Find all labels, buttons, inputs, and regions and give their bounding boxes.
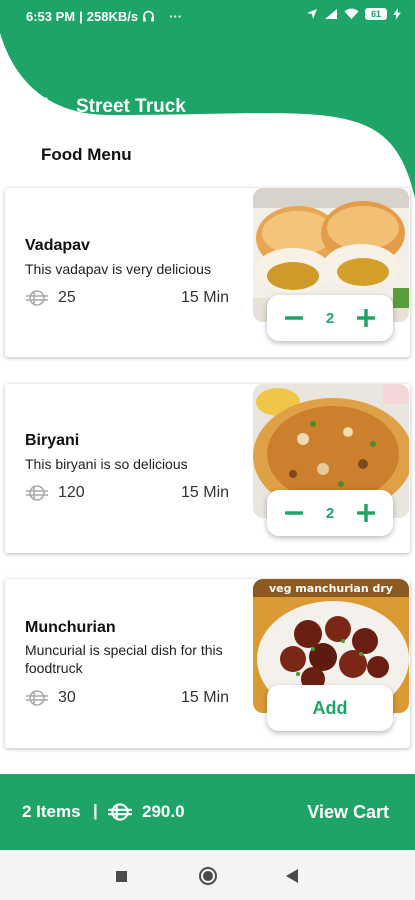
cart-bar[interactable]: 2 Items | 290.0 View Cart <box>0 774 415 850</box>
status-time: 6:53 PM <box>26 9 76 24</box>
currency-icon <box>108 803 132 821</box>
add-button[interactable]: Add <box>267 685 393 731</box>
charging-icon <box>393 8 401 20</box>
minus-icon <box>285 511 303 515</box>
page-title: Street Truck <box>76 96 186 117</box>
battery-icon: 61 <box>365 8 387 20</box>
headset-icon <box>143 10 154 22</box>
item-description: This vadapav is very delicious <box>25 261 211 277</box>
back-nav-button[interactable] <box>286 869 298 883</box>
arrow-left-icon <box>36 97 58 117</box>
status-speed: 258KB/s <box>86 9 139 24</box>
section-title: Food Menu <box>41 145 132 164</box>
status-more: ··· <box>169 9 183 24</box>
quantity-stepper[interactable]: 2 <box>267 295 393 341</box>
increase-button[interactable] <box>355 307 377 329</box>
item-price: 25 <box>58 289 76 306</box>
minus-icon <box>285 316 303 320</box>
currency-icon <box>26 290 48 306</box>
item-time: 15 Min <box>181 289 230 306</box>
app-header: Street Truck <box>0 33 415 203</box>
quantity-value: 2 <box>325 309 335 327</box>
item-time: 15 Min <box>181 689 230 706</box>
signal-icon <box>325 9 337 19</box>
quantity-stepper[interactable]: 2 <box>267 490 393 536</box>
item-description: Muncurial is special dish for this foodt… <box>25 642 223 676</box>
system-nav-bar <box>0 850 415 900</box>
item-description: This biryani is so delicious <box>25 456 188 472</box>
currency-icon <box>26 485 48 501</box>
location-arrow-icon <box>307 9 317 19</box>
item-name: Biryani <box>25 432 80 449</box>
cart-separator: | <box>93 801 98 820</box>
menu-item-card[interactable]: Biryani This biryani is so delicious 120… <box>5 384 410 553</box>
cart-total: 290.0 <box>142 802 185 821</box>
image-caption: veg manchurian dry <box>269 582 393 595</box>
increase-button[interactable] <box>355 502 377 524</box>
status-bar: 6:53 PM | 258KB/s ··· 61 <box>0 0 415 33</box>
status-separator: | <box>79 9 83 24</box>
quantity-value: 2 <box>325 504 335 522</box>
home-icon <box>203 871 213 881</box>
decrease-button[interactable] <box>283 502 305 524</box>
back-button[interactable] <box>36 97 64 125</box>
home-button[interactable] <box>199 867 217 885</box>
view-cart-button[interactable]: View Cart <box>307 802 389 823</box>
plus-icon <box>357 504 375 522</box>
wifi-icon <box>344 8 359 19</box>
decrease-button[interactable] <box>283 307 305 329</box>
item-name: Vadapav <box>25 237 90 254</box>
item-time: 15 Min <box>181 484 230 501</box>
currency-icon <box>26 690 48 706</box>
plus-icon <box>357 309 375 327</box>
cart-items-count: 2 Items <box>22 802 81 821</box>
menu-item-card[interactable]: Vadapav This vadapav is very delicious 2… <box>5 188 410 357</box>
item-name: Munchurian <box>25 619 116 636</box>
item-price: 30 <box>58 689 76 706</box>
menu-item-card[interactable]: Munchurian Muncurial is special dish for… <box>5 579 410 748</box>
recents-button[interactable] <box>116 871 127 882</box>
item-price: 120 <box>58 484 85 501</box>
